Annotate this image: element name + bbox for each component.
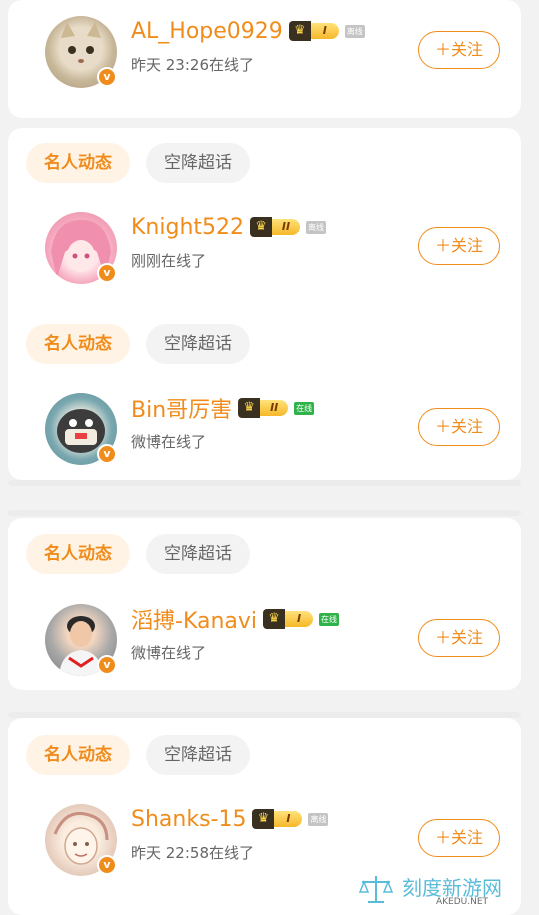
level-badge: ♛ I xyxy=(263,609,314,629)
status-badge: 在线 xyxy=(319,612,340,626)
tab-row: 名人动态 空降超话 xyxy=(26,143,250,183)
level-number: II xyxy=(272,219,301,235)
divider xyxy=(8,712,521,718)
status-badge: 离线 xyxy=(308,812,329,826)
tab-airdrop-topic[interactable]: 空降超话 xyxy=(146,143,250,183)
verified-v-icon: v xyxy=(97,263,117,283)
user-name[interactable]: Knight522 xyxy=(131,215,244,240)
crown-icon: ♛ xyxy=(250,217,273,237)
divider xyxy=(8,480,521,486)
tab-airdrop-topic[interactable]: 空降超话 xyxy=(146,324,250,364)
online-time: 刚刚在线了 xyxy=(131,252,207,270)
user-row[interactable]: v Shanks-15 ♛ I 离线 昨天 22:58在线了 ＋关注 xyxy=(0,794,539,884)
status-badge: 离线 xyxy=(344,24,365,38)
level-number: II xyxy=(260,400,289,416)
status-badge: 在线 xyxy=(294,401,315,415)
tab-celebrity-news[interactable]: 名人动态 xyxy=(26,324,130,364)
verified-v-icon: v xyxy=(97,67,117,87)
online-time: 微博在线了 xyxy=(131,433,207,451)
follow-button[interactable]: ＋关注 xyxy=(418,227,500,265)
follow-button[interactable]: ＋关注 xyxy=(418,408,500,446)
verified-v-icon: v xyxy=(97,444,117,464)
verified-v-icon: v xyxy=(97,655,117,675)
user-name[interactable]: Bin哥厉害 xyxy=(131,392,232,424)
status-badge: 离线 xyxy=(306,220,327,234)
level-badge: ♛ I xyxy=(288,21,339,41)
watermark-subtext: AKEDU.NET xyxy=(436,897,489,907)
tab-airdrop-topic[interactable]: 空降超话 xyxy=(146,534,250,574)
level-badge: ♛ II xyxy=(238,398,289,418)
level-badge: ♛ I xyxy=(252,809,303,829)
tab-row: 名人动态 空降超话 xyxy=(26,324,250,364)
user-name[interactable]: Shanks-15 xyxy=(131,807,246,832)
level-number: I xyxy=(274,811,303,827)
tab-row: 名人动态 空降超话 xyxy=(26,735,250,775)
crown-icon: ♛ xyxy=(263,609,286,629)
level-badge: ♛ II xyxy=(250,217,301,237)
online-time: 昨天 23:26在线了 xyxy=(131,56,254,74)
user-name[interactable]: 滔搏-Kanavi xyxy=(131,603,257,635)
crown-icon: ♛ xyxy=(238,398,261,418)
tab-celebrity-news[interactable]: 名人动态 xyxy=(26,735,130,775)
crown-icon: ♛ xyxy=(288,21,311,41)
watermark: 刻度新游网 AKEDU.NET xyxy=(358,872,533,910)
user-row[interactable]: v Bin哥厉害 ♛ II 在线 微博在线了 ＋关注 xyxy=(0,383,539,473)
user-row[interactable]: v Knight522 ♛ II 离线 刚刚在线了 ＋关注 xyxy=(0,202,539,292)
tab-airdrop-topic[interactable]: 空降超话 xyxy=(146,735,250,775)
follow-button[interactable]: ＋关注 xyxy=(418,819,500,857)
tab-celebrity-news[interactable]: 名人动态 xyxy=(26,143,130,183)
scales-icon xyxy=(358,876,394,903)
level-number: I xyxy=(285,611,314,627)
user-row[interactable]: v 滔搏-Kanavi ♛ I 在线 微博在线了 ＋关注 xyxy=(0,594,539,684)
level-number: I xyxy=(310,23,339,39)
online-time: 微博在线了 xyxy=(131,644,207,662)
crown-icon: ♛ xyxy=(252,809,275,829)
follow-button[interactable]: ＋关注 xyxy=(418,619,500,657)
user-row[interactable]: v AL_Hope0929 ♛ I 离线 昨天 23:26在线了 ＋关注 xyxy=(0,6,539,96)
user-name[interactable]: AL_Hope0929 xyxy=(131,19,283,44)
divider xyxy=(8,510,521,516)
tab-celebrity-news[interactable]: 名人动态 xyxy=(26,534,130,574)
online-time: 昨天 22:58在线了 xyxy=(131,844,254,862)
follow-button[interactable]: ＋关注 xyxy=(418,31,500,69)
verified-v-icon: v xyxy=(97,855,117,875)
tab-row: 名人动态 空降超话 xyxy=(26,534,250,574)
